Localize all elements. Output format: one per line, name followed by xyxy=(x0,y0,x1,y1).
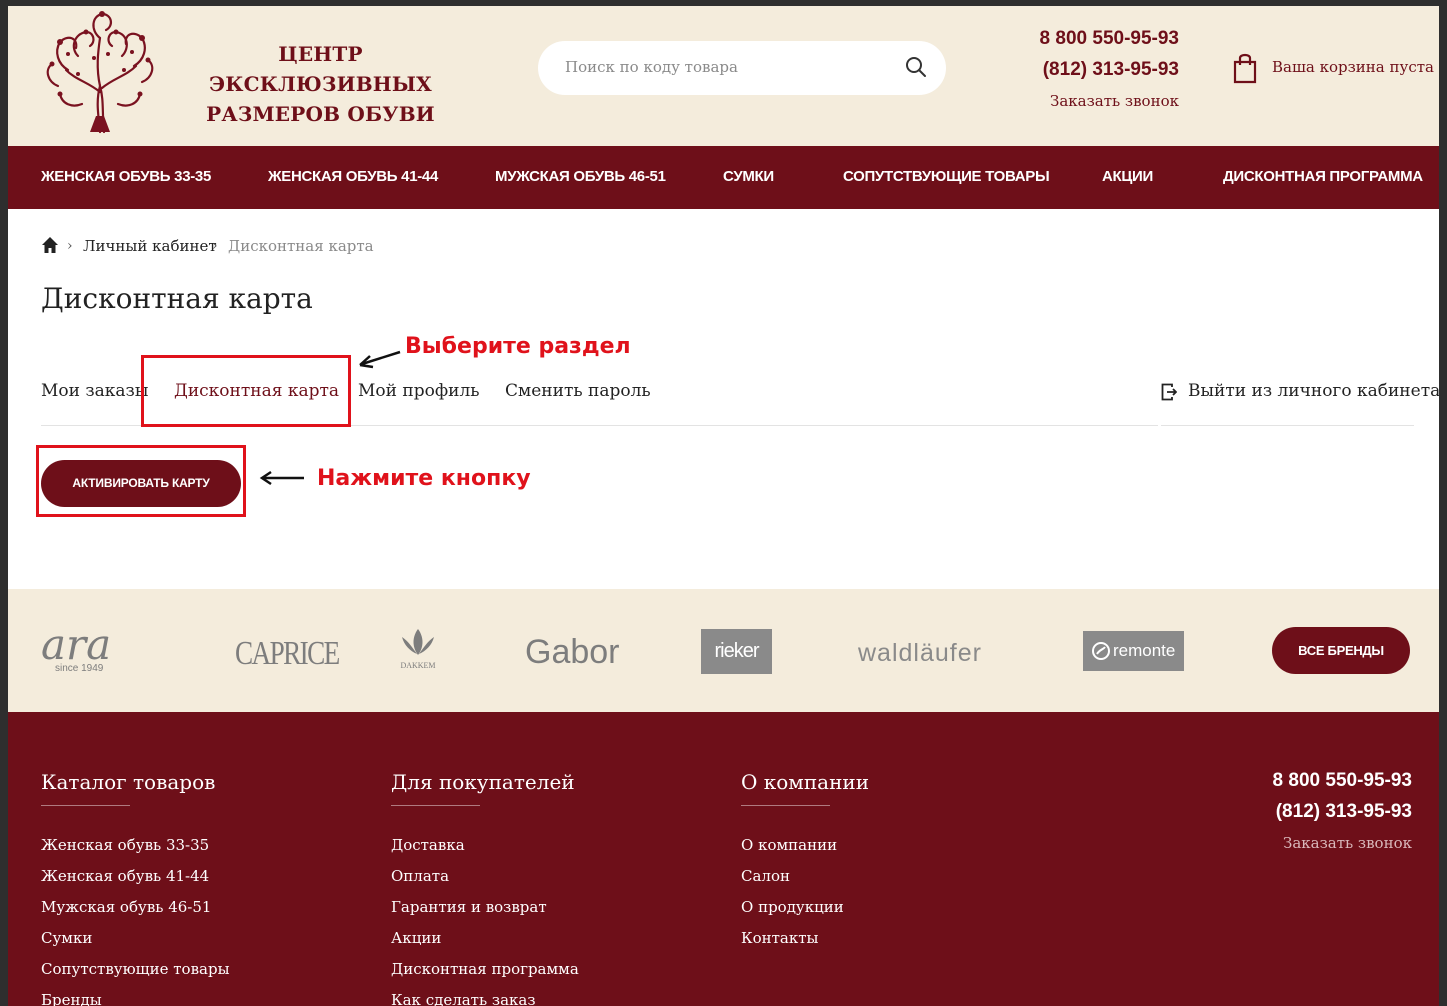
footer-link-salon[interactable]: Салон xyxy=(741,867,790,885)
footer-link-delivery[interactable]: Доставка xyxy=(391,836,465,854)
brand-dakkem-logo[interactable]: DAKKEM xyxy=(396,627,440,670)
brand-dakkem-text: DAKKEM xyxy=(400,661,436,670)
nav-item-women-41-44[interactable]: ЖЕНСКАЯ ОБУВЬ 41-44 xyxy=(268,168,438,185)
header: ЦЕНТР ЭКСКЛЮЗИВНЫХ РАЗМЕРОВ ОБУВИ Поиск … xyxy=(8,6,1439,146)
footer-link-contacts[interactable]: Контакты xyxy=(741,929,819,947)
annotation-highlight-button xyxy=(36,445,246,517)
tab-change-password[interactable]: Сменить пароль xyxy=(505,381,651,401)
footer-link-men-46-51[interactable]: Мужская обувь 46-51 xyxy=(41,898,211,916)
nav-item-discount-program[interactable]: ДИСКОНТНАЯ ПРОГРАММА xyxy=(1223,168,1423,185)
footer-buyers-title: Для покупателей xyxy=(391,770,575,794)
tabs-divider xyxy=(1161,425,1414,426)
page: ЦЕНТР ЭКСКЛЮЗИВНЫХ РАЗМЕРОВ ОБУВИ Поиск … xyxy=(8,6,1439,1006)
footer-title-underline xyxy=(41,805,130,806)
tab-my-orders[interactable]: Мои заказы xyxy=(41,381,148,401)
home-icon[interactable] xyxy=(41,236,59,254)
breadcrumb-account-link[interactable]: Личный кабинет xyxy=(83,237,217,255)
annotation-press-button: Нажмите кнопку xyxy=(317,466,531,491)
brand-remonte-text: remonte xyxy=(1113,641,1176,660)
footer-link-about[interactable]: О компании xyxy=(741,836,837,854)
brands-strip: ara since 1949 CAPRICE DAKKEM Gabor riek… xyxy=(8,589,1439,712)
header-phone-2[interactable]: (812) 313-95-93 xyxy=(1043,59,1179,81)
logo-text[interactable]: ЦЕНТР ЭКСКЛЮЗИВНЫХ РАЗМЕРОВ ОБУВИ xyxy=(173,39,468,129)
brand-ara-since: since 1949 xyxy=(55,663,104,674)
breadcrumb-current: Дисконтная карта xyxy=(228,237,374,255)
logo-tree-icon[interactable] xyxy=(38,8,162,134)
footer-link-discount-program[interactable]: Дисконтная программа xyxy=(391,960,579,978)
logout-icon[interactable] xyxy=(1161,383,1177,401)
cart-status[interactable]: Ваша корзина пуста xyxy=(1272,58,1434,76)
footer-link-how-to-order[interactable]: Как сделать заказ xyxy=(391,991,536,1006)
all-brands-button[interactable]: ВСЕ БРЕНДЫ xyxy=(1272,627,1410,674)
breadcrumb-separator-icon: › xyxy=(67,238,73,254)
footer: Каталог товаров Женская обувь 33-35 Женс… xyxy=(8,712,1439,1006)
search-icon[interactable] xyxy=(904,55,928,79)
nav-item-promotions[interactable]: АКЦИИ xyxy=(1102,168,1153,185)
annotation-arrow-icon xyxy=(359,350,401,369)
footer-phone-1[interactable]: 8 800 550-95-93 xyxy=(1273,770,1412,792)
nav-item-women-33-35[interactable]: ЖЕНСКАЯ ОБУВЬ 33-35 xyxy=(41,168,211,185)
footer-title-underline xyxy=(391,805,480,806)
footer-link-payment[interactable]: Оплата xyxy=(391,867,449,885)
annotation-arrow-icon xyxy=(259,470,304,486)
brand-remonte-logo[interactable]: remonte xyxy=(1083,631,1184,671)
leaf-icon xyxy=(402,629,434,655)
nav-item-bags[interactable]: СУМКИ xyxy=(723,168,774,185)
footer-link-women-33-35[interactable]: Женская обувь 33-35 xyxy=(41,836,209,854)
brand-waldlaufer-logo[interactable]: waldläufer xyxy=(858,639,982,668)
footer-callback-link[interactable]: Заказать звонок xyxy=(1283,834,1412,852)
shopping-bag-icon[interactable] xyxy=(1232,52,1258,84)
brand-ara-text: ara xyxy=(41,620,112,669)
footer-link-accessories[interactable]: Сопутствующие товары xyxy=(41,960,230,978)
search-placeholder: Поиск по коду товара xyxy=(565,58,738,76)
tab-my-profile[interactable]: Мой профиль xyxy=(358,381,480,401)
brand-gabor-logo[interactable]: Gabor xyxy=(525,633,620,672)
footer-link-products[interactable]: О продукции xyxy=(741,898,844,916)
footer-phone-2[interactable]: (812) 313-95-93 xyxy=(1276,801,1412,823)
header-callback-link[interactable]: Заказать звонок xyxy=(1050,92,1179,110)
page-title: Дисконтная карта xyxy=(41,282,313,315)
footer-link-returns[interactable]: Гарантия и возврат xyxy=(391,898,547,916)
logo-line-1: ЦЕНТР ЭКСКЛЮЗИВНЫХ xyxy=(209,42,432,96)
logo-line-2: РАЗМЕРОВ ОБУВИ xyxy=(206,102,435,126)
brand-caprice-logo[interactable]: CAPRICE xyxy=(235,635,340,673)
main-nav: ЖЕНСКАЯ ОБУВЬ 33-35 ЖЕНСКАЯ ОБУВЬ 41-44 … xyxy=(8,146,1439,209)
brand-ara-logo[interactable]: ara since 1949 xyxy=(41,620,112,675)
footer-link-bags[interactable]: Сумки xyxy=(41,929,92,947)
breadcrumb-separator-icon: › xyxy=(212,238,218,254)
annotation-highlight-tab xyxy=(141,355,351,427)
nav-item-accessories[interactable]: СОПУТСТВУЮЩИЕ ТОВАРЫ xyxy=(843,168,1050,185)
brand-rieker-logo[interactable]: rieker xyxy=(701,629,772,674)
footer-title-underline xyxy=(741,805,830,806)
annotation-select-section: Выберите раздел xyxy=(405,334,631,359)
logout-link[interactable]: Выйти из личного кабинета xyxy=(1188,381,1439,401)
footer-link-women-41-44[interactable]: Женская обувь 41-44 xyxy=(41,867,209,885)
nav-item-men-46-51[interactable]: МУЖСКАЯ ОБУВЬ 46-51 xyxy=(495,168,666,185)
footer-link-promotions[interactable]: Акции xyxy=(391,929,441,947)
footer-catalog-title: Каталог товаров xyxy=(41,770,216,794)
remonte-emblem-icon xyxy=(1092,642,1110,660)
search-input[interactable]: Поиск по коду товара xyxy=(538,41,946,95)
header-phone-1[interactable]: 8 800 550-95-93 xyxy=(1040,28,1179,50)
footer-company-title: О компании xyxy=(741,770,870,794)
footer-link-brands[interactable]: Бренды xyxy=(41,991,102,1006)
